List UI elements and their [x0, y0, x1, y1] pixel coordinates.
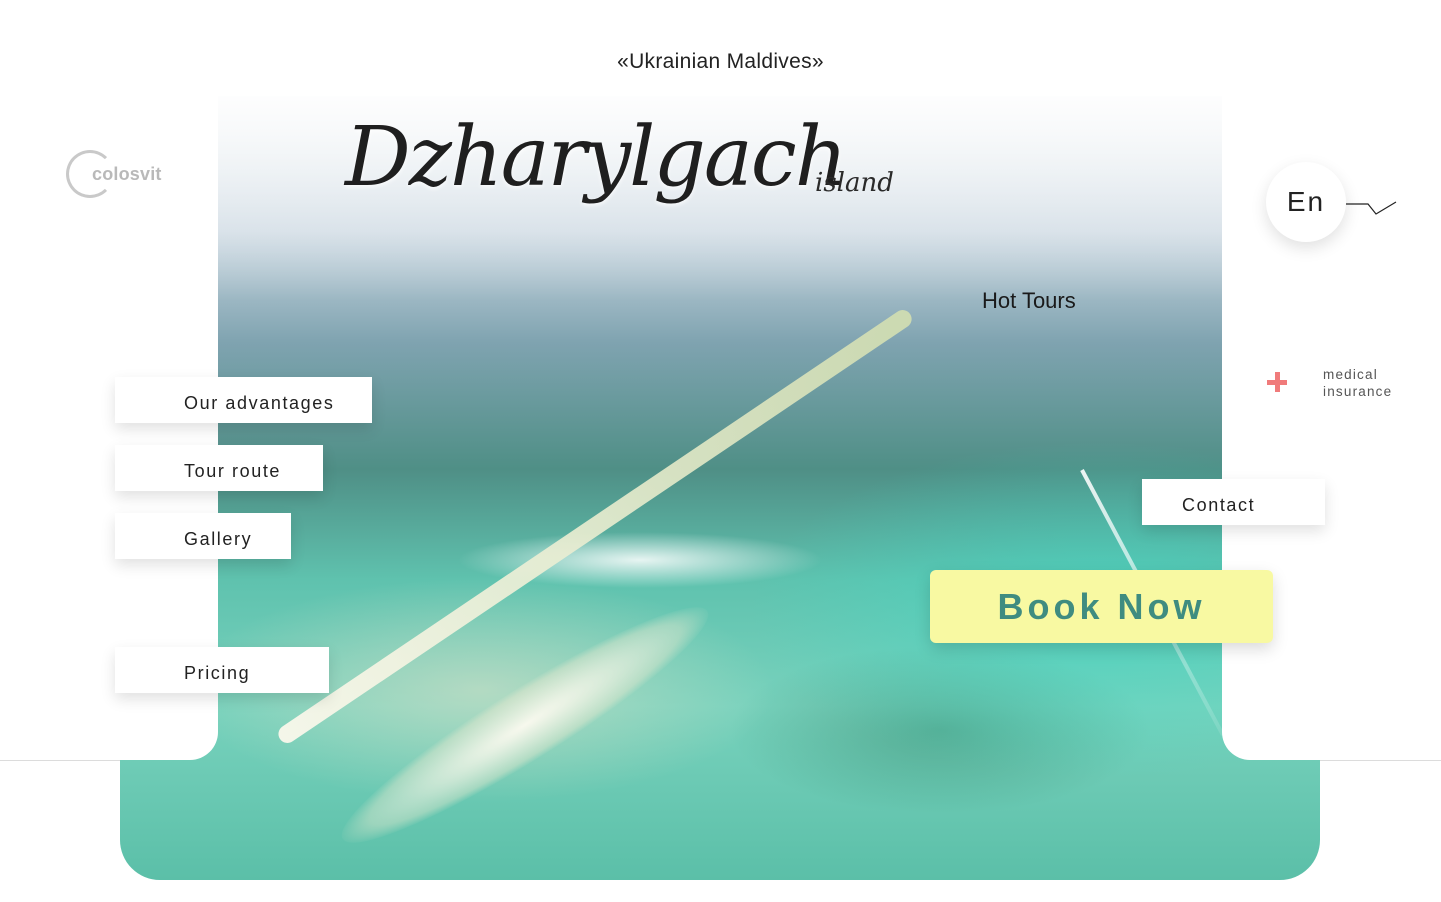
- logo-text: colosvit: [92, 164, 162, 184]
- nav-pricing[interactable]: Pricing: [115, 647, 329, 693]
- medical-cross-icon: [1266, 370, 1288, 392]
- hot-tours-link[interactable]: Hot Tours: [982, 288, 1076, 314]
- insurance-label: medical insurance: [1323, 367, 1393, 399]
- nav-gallery[interactable]: Gallery: [115, 513, 291, 559]
- tagline: «Ukrainian Maldives»: [617, 50, 824, 73]
- landing-page: «Ukrainian Maldives» colosvit Dzharylgac…: [0, 0, 1441, 902]
- brand-logo[interactable]: colosvit: [66, 148, 186, 204]
- hero-title: Dzharylgach: [345, 110, 848, 205]
- medical-insurance-link[interactable]: medical insurance: [1266, 366, 1426, 406]
- language-switch-button[interactable]: En: [1266, 162, 1346, 242]
- divider: [1320, 760, 1441, 761]
- contact-button[interactable]: Contact: [1142, 479, 1325, 525]
- nav-tour-route[interactable]: Tour route: [115, 445, 323, 491]
- nav-our-advantages[interactable]: Our advantages: [115, 377, 372, 423]
- hero-subtitle: island: [815, 168, 894, 198]
- chevron-down-icon[interactable]: [1346, 196, 1398, 220]
- divider: [0, 760, 120, 761]
- sandbar: [324, 581, 726, 869]
- book-now-button[interactable]: Book Now: [930, 570, 1273, 643]
